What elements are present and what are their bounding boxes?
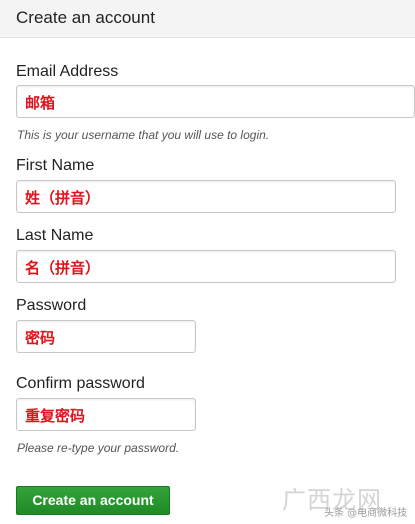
first-name-field[interactable]: 姓（拼音） bbox=[16, 180, 396, 213]
email-field[interactable]: 邮箱 bbox=[16, 85, 415, 118]
password-field-value: 密码 bbox=[25, 329, 56, 347]
page-title: Create an account bbox=[16, 8, 155, 27]
last-name-field-value: 名（拼音） bbox=[25, 259, 101, 277]
email-label: Email Address bbox=[16, 63, 119, 80]
confirm-password-field-value: 重复密码 bbox=[25, 407, 86, 425]
page-header: Create an account bbox=[0, 0, 415, 38]
password-label: Password bbox=[16, 297, 87, 314]
email-field-value: 邮箱 bbox=[25, 94, 56, 112]
email-hint: This is your username that you will use … bbox=[17, 128, 270, 142]
create-account-button[interactable]: Create an account bbox=[16, 486, 170, 515]
first-name-field-value: 姓（拼音） bbox=[25, 189, 101, 207]
confirm-password-field[interactable]: 重复密码 bbox=[16, 398, 196, 431]
confirm-password-hint: Please re-type your password. bbox=[17, 441, 180, 455]
watermark: 广西龙网 头条 @电商微科技 bbox=[282, 480, 412, 522]
last-name-field[interactable]: 名（拼音） bbox=[16, 250, 396, 283]
password-field[interactable]: 密码 bbox=[16, 320, 196, 353]
last-name-label: Last Name bbox=[16, 227, 94, 244]
watermark-credit: 头条 @电商微科技 bbox=[324, 508, 408, 519]
first-name-label: First Name bbox=[16, 157, 95, 174]
confirm-password-label: Confirm password bbox=[16, 375, 145, 392]
